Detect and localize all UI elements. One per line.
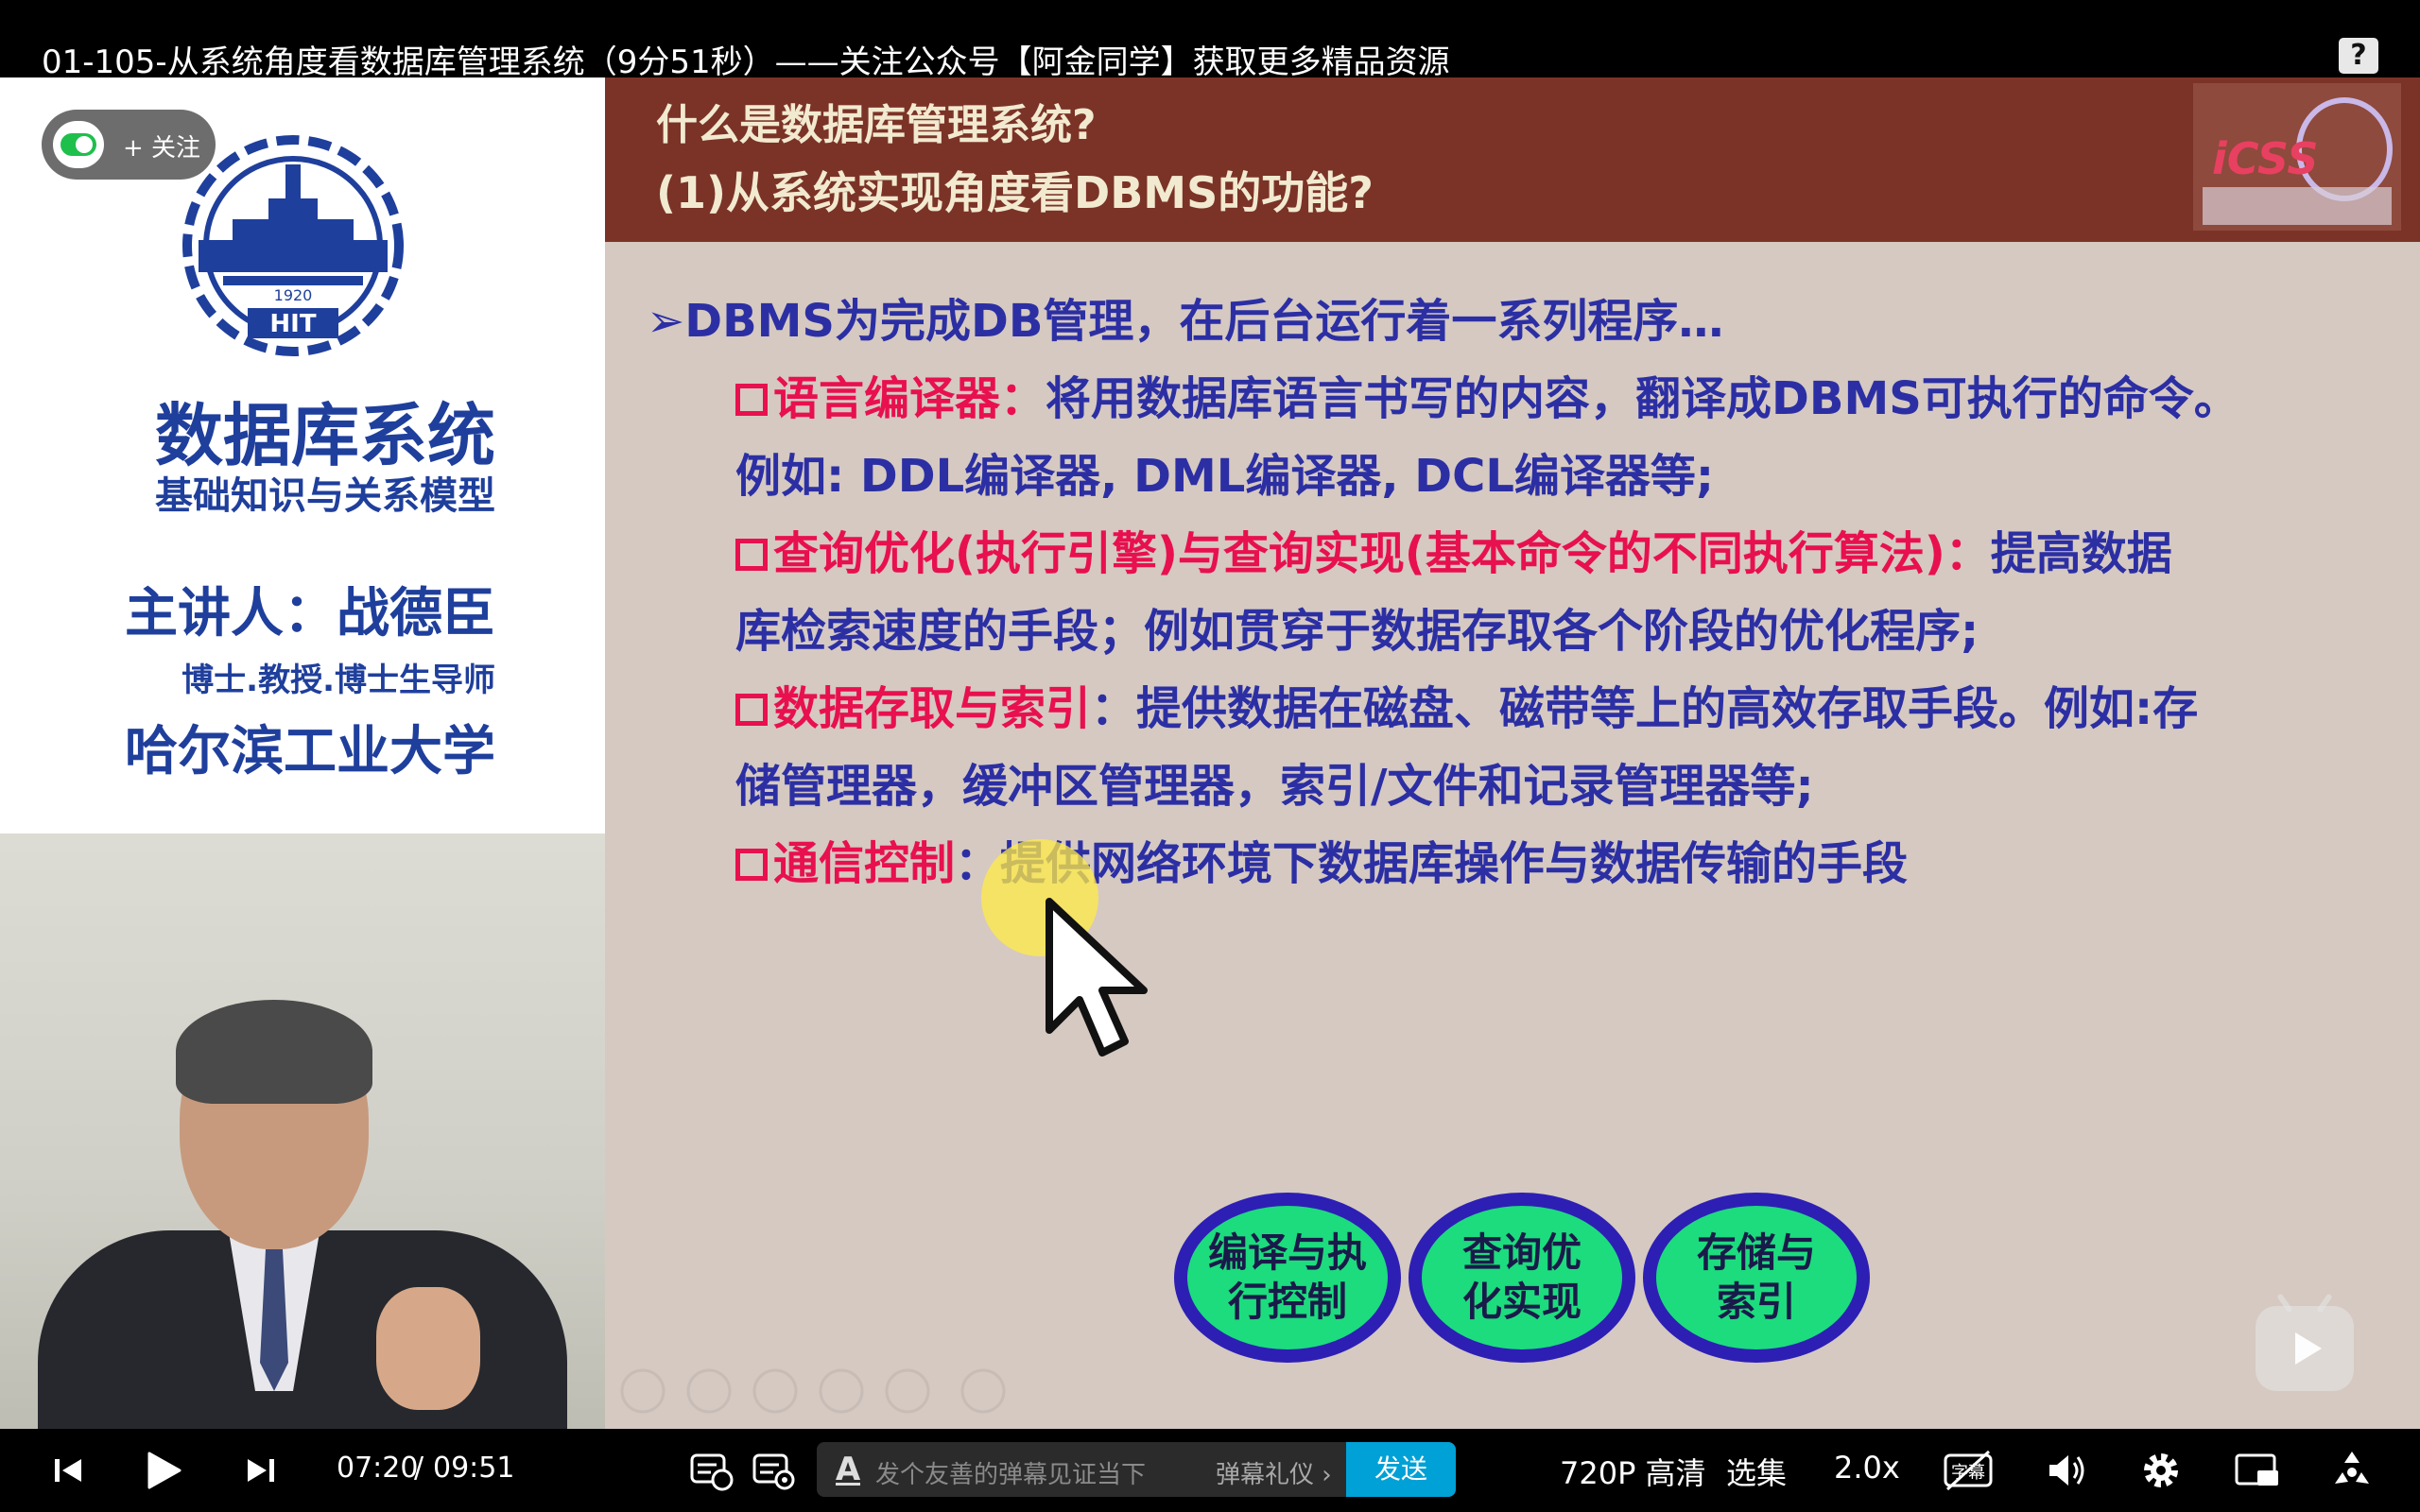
lecturer-hair bbox=[176, 1000, 372, 1104]
slide-button-line: 行控制 bbox=[1227, 1279, 1347, 1325]
send-button[interactable]: 发送 bbox=[1346, 1442, 1456, 1497]
next-icon[interactable] bbox=[236, 1446, 285, 1495]
logo-year: 1920 bbox=[274, 286, 313, 304]
slide-button-line: 存储与 bbox=[1696, 1229, 1816, 1276]
slide-button-line: 查询优 bbox=[1461, 1229, 1582, 1276]
logo-text: HIT bbox=[269, 310, 316, 338]
video-player: 01-105-从系统角度看数据库管理系统（9分51秒）——关注公众号【阿金同学】… bbox=[0, 0, 2420, 1512]
slide-button-line: 索引 bbox=[1716, 1279, 1796, 1325]
cursor-icon bbox=[1046, 898, 1148, 1057]
lecturer-name: 主讲人：战德臣 bbox=[125, 583, 495, 644]
toggle-icon[interactable] bbox=[53, 121, 104, 168]
query-optimize-button[interactable]: 查询优 化实现 bbox=[1409, 1193, 1635, 1363]
compile-execute-button[interactable]: 编译与执 行控制 bbox=[1174, 1193, 1401, 1363]
subtitle-icon[interactable]: 字幕 bbox=[1942, 1446, 1995, 1495]
danmaku-etiquette-link[interactable]: 弹幕礼仪 › bbox=[1216, 1455, 1332, 1490]
slide-item-title: 查询优化(执行引擎)与查询实现(基本命令的不同执行算法)： bbox=[773, 527, 1991, 580]
time-separator: / bbox=[414, 1452, 424, 1485]
slide-faint-toolbar bbox=[620, 1368, 1006, 1414]
slide-item-continuation: 储管理器，缓冲区管理器，索引/文件和记录管理器等; bbox=[735, 760, 1814, 813]
checkbox-bullet-icon bbox=[735, 694, 768, 726]
lecturer-hand bbox=[376, 1287, 480, 1410]
main-bullet-text: DBMS为完成DB管理，在后台运行着一系列程序… bbox=[684, 295, 1724, 348]
video-title: 01-105-从系统角度看数据库管理系统（9分51秒）——关注公众号【阿金同学】… bbox=[42, 43, 1450, 81]
slide-item-title: 语言编译器： bbox=[773, 372, 1046, 425]
play-icon[interactable] bbox=[138, 1446, 187, 1495]
slide-button-line: 编译与执 bbox=[1207, 1229, 1367, 1276]
slide-item-continuation: 例如: DDL编译器, DML编译器, DCL编译器等; bbox=[735, 450, 1715, 503]
slide-subquestion: (1)从系统实现角度看DBMS的功能? bbox=[656, 167, 1374, 218]
fullscreen-icon[interactable] bbox=[2327, 1446, 2377, 1495]
slide-item: 语言编译器：将用数据库语言书写的内容，翻译成DBMS可执行的命令。 bbox=[735, 361, 2239, 427]
checkbox-bullet-icon bbox=[735, 384, 768, 416]
slide-button-line: 化实现 bbox=[1461, 1279, 1582, 1325]
video-frame[interactable]: 1920 HIT 数据库系统 基础知识与关系模型 主讲人：战德臣 博士.教授.博… bbox=[0, 77, 2420, 1429]
course-panel: 1920 HIT 数据库系统 基础知识与关系模型 主讲人：战德臣 博士.教授.博… bbox=[0, 77, 605, 833]
episodes-button[interactable]: 选集 bbox=[1726, 1450, 1787, 1493]
prev-icon[interactable] bbox=[43, 1446, 93, 1495]
control-bar: 07:20 / 09:51 A 发个友善的弹幕见证当下 弹幕礼仪 › 发送 72… bbox=[0, 1429, 2420, 1512]
help-icon[interactable]: ? bbox=[2339, 38, 2378, 74]
volume-icon[interactable] bbox=[2042, 1446, 2091, 1495]
slide-item: 查询优化(执行引擎)与查询实现(基本命令的不同执行算法)：提高数据 bbox=[735, 516, 2172, 582]
floating-play-icon[interactable] bbox=[2256, 1293, 2354, 1391]
slide-item-text: ：提供网络环境下数据库操作与数据传输的手段 bbox=[955, 837, 1909, 890]
follow-button[interactable]: + 关注 bbox=[42, 110, 216, 180]
main-bullet: ➢DBMS为完成DB管理，在后台运行着一系列程序… bbox=[647, 284, 1723, 350]
checkbox-bullet-icon bbox=[735, 539, 768, 571]
slide-item: 通信控制：提供网络环境下数据库操作与数据传输的手段 bbox=[735, 826, 1908, 892]
university-name: 哈尔滨工业大学 bbox=[125, 721, 495, 782]
settings-icon[interactable] bbox=[2136, 1446, 2186, 1495]
course-subtitle: 基础知识与关系模型 bbox=[155, 474, 495, 518]
slide-header: 什么是数据库管理系统? (1)从系统实现角度看DBMS的功能? iCSS bbox=[605, 77, 2420, 242]
checkbox-bullet-icon bbox=[735, 849, 768, 881]
current-time: 07:20 bbox=[337, 1452, 419, 1485]
danmaku-toggle-icon[interactable] bbox=[686, 1446, 735, 1495]
text-style-icon[interactable]: A bbox=[832, 1452, 864, 1487]
lecture-slide: 什么是数据库管理系统? (1)从系统实现角度看DBMS的功能? iCSS ➢DB… bbox=[605, 77, 2420, 1429]
storage-index-button[interactable]: 存储与 索引 bbox=[1643, 1193, 1870, 1363]
danmaku-input[interactable]: 发个友善的弹幕见证当下 bbox=[875, 1455, 1146, 1490]
picture-in-picture-icon[interactable] bbox=[2233, 1446, 2282, 1495]
lecturer-title: 博士.教授.博士生导师 bbox=[182, 662, 495, 699]
slide-question: 什么是数据库管理系统? bbox=[656, 101, 1097, 149]
speed-selector[interactable]: 2.0x bbox=[1834, 1450, 1900, 1486]
slide-item: 数据存取与索引：提供数据在磁盘、磁带等上的高效存取手段。例如:存 bbox=[735, 671, 2198, 737]
slide-item-title: 通信控制 bbox=[773, 837, 956, 890]
arrow-bullet-icon: ➢ bbox=[647, 295, 685, 348]
header-logo-text: iCSS bbox=[2212, 133, 2319, 184]
quality-selector[interactable]: 720P 高清 bbox=[1560, 1450, 1706, 1493]
lecturer-camera bbox=[0, 833, 605, 1429]
title-bar: 01-105-从系统角度看数据库管理系统（9分51秒）——关注公众号【阿金同学】… bbox=[0, 0, 2420, 81]
slide-item-title: 数据存取与索引 bbox=[773, 682, 1092, 735]
duration: 09:51 bbox=[433, 1452, 515, 1485]
slide-item-text: 提高数据 bbox=[1990, 527, 2172, 580]
slide-item-text: 将用数据库语言书写的内容，翻译成DBMS可执行的命令。 bbox=[1046, 372, 2239, 425]
danmaku-bar: A 发个友善的弹幕见证当下 弹幕礼仪 › 发送 bbox=[817, 1442, 1456, 1497]
slide-item-text: ：提供数据在磁盘、磁带等上的高效存取手段。例如:存 bbox=[1091, 682, 2199, 735]
danmaku-settings-icon[interactable] bbox=[749, 1446, 798, 1495]
slide-item-continuation: 库检索速度的手段；例如贯穿于数据存取各个阶段的优化程序; bbox=[735, 605, 1979, 658]
header-logo: iCSS bbox=[2193, 83, 2401, 231]
follow-label: + 关注 bbox=[123, 134, 201, 163]
